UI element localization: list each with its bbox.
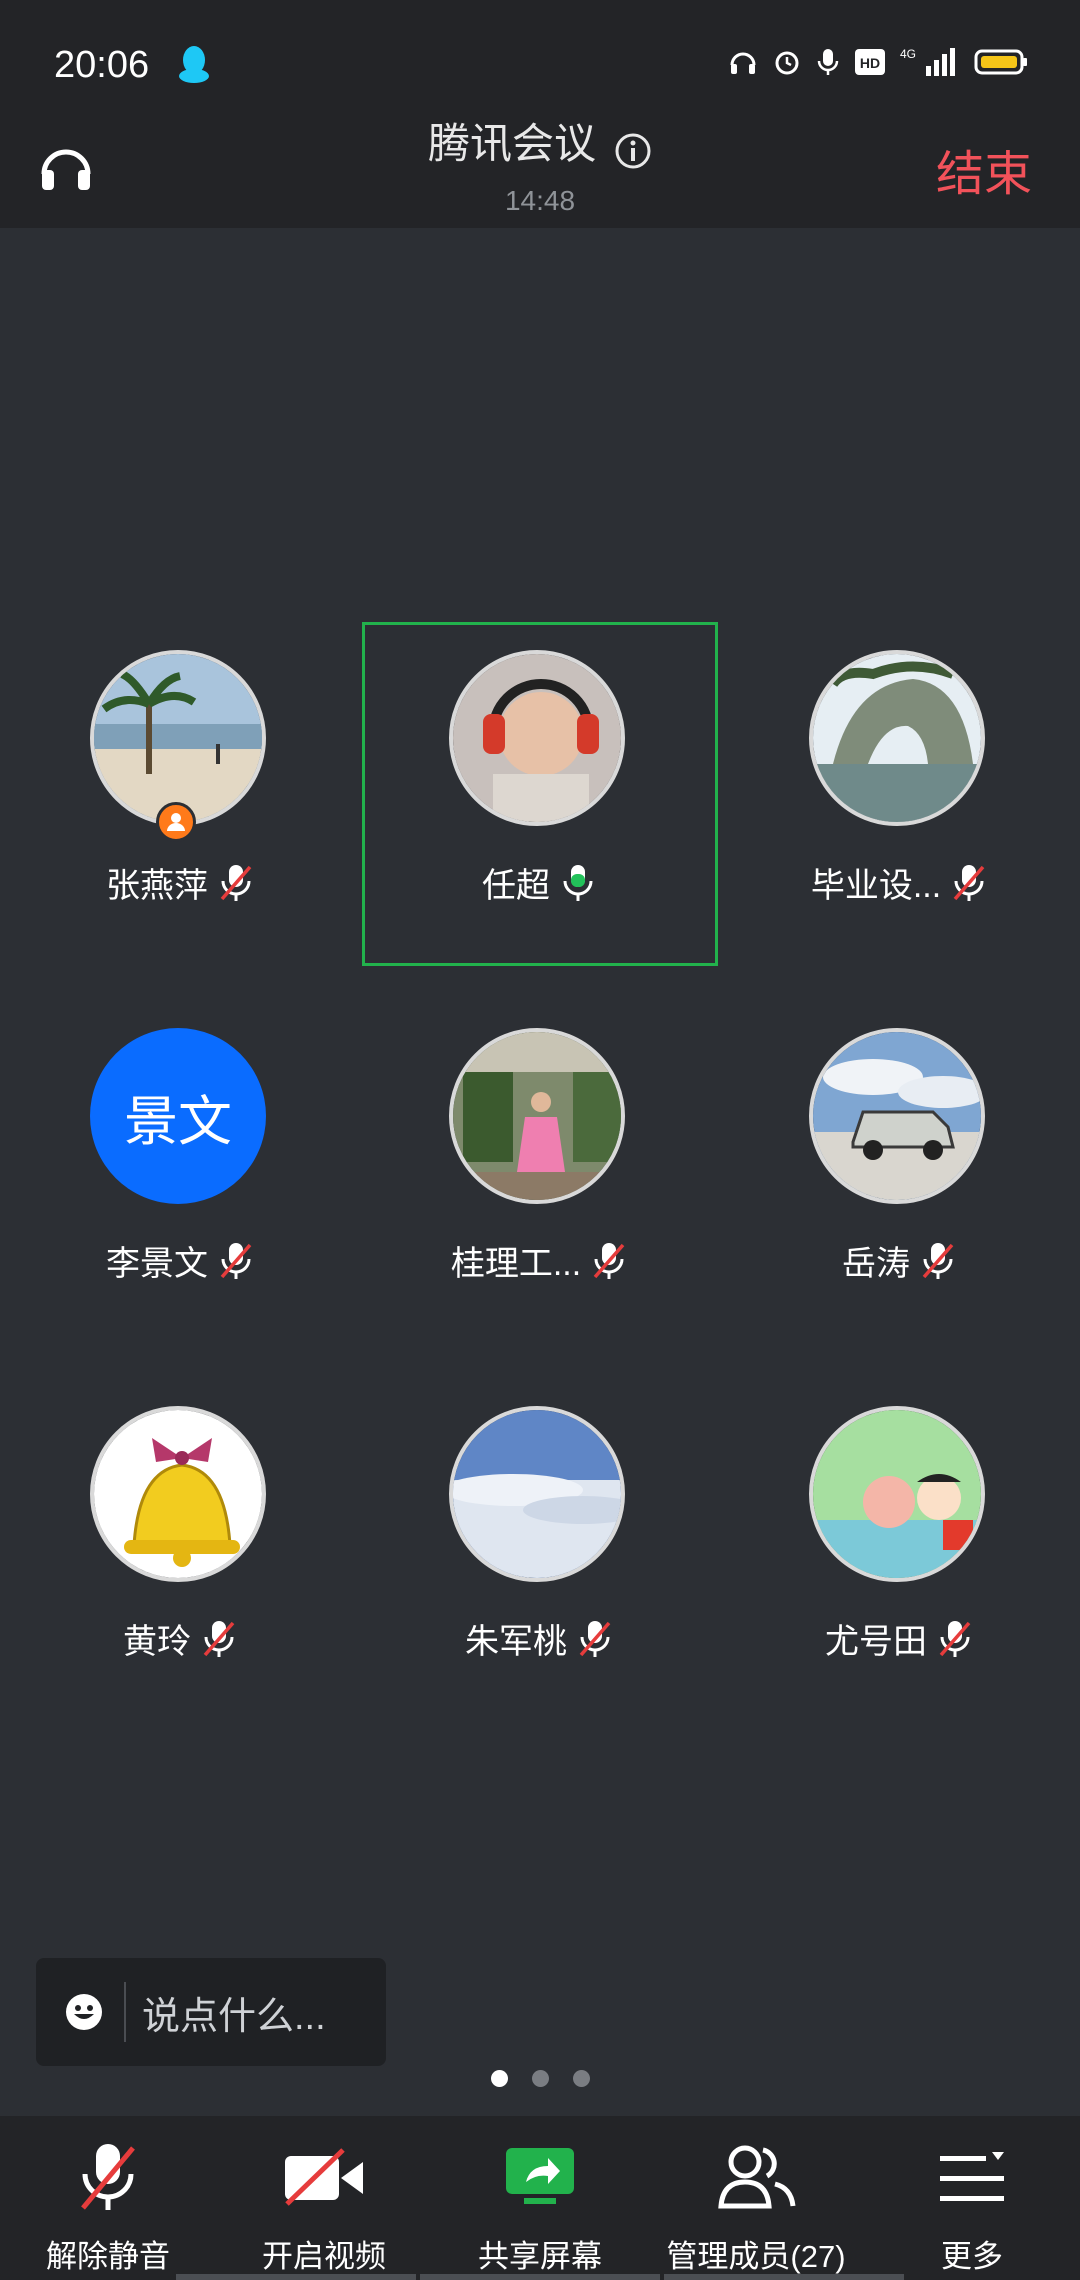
more-menu-icon	[940, 2152, 1004, 2201]
info-icon[interactable]	[614, 132, 652, 175]
qq-penguin-icon	[176, 44, 212, 89]
participant-name-row: 张燕萍	[3, 858, 359, 907]
meeting-title-block: 腾讯会议 14:48	[0, 110, 1080, 217]
mic-muted-icon	[939, 1620, 971, 1657]
avatar	[90, 1406, 266, 1582]
avatar	[90, 650, 266, 826]
bottom-toolbar: 解除静音 开启视频 共享屏幕 管理成员(27) 更多	[0, 2116, 1080, 2280]
participant-name-row: 任超	[362, 858, 718, 907]
more-button[interactable]: 更多	[864, 2140, 1080, 2276]
avatar-initials: 景文	[90, 1028, 266, 1204]
participant-name: 桂理工...	[450, 1245, 582, 1283]
end-meeting-button[interactable]: 结束	[936, 134, 1032, 204]
mic-status-icon	[817, 49, 839, 75]
mic-muted-icon	[203, 1620, 235, 1657]
page-indicator	[0, 2070, 1080, 2087]
mic-muted-icon	[220, 1242, 252, 1279]
participant-tile-active-speaker[interactable]: 任超	[362, 622, 718, 966]
meeting-header: 腾讯会议 14:48 结束	[0, 100, 1080, 228]
avatar	[449, 650, 625, 826]
video-off-icon	[285, 2148, 363, 2206]
alarm-status-icon	[775, 51, 799, 75]
mic-muted-icon	[579, 1620, 611, 1657]
participant-tile[interactable]: 张燕萍	[3, 622, 359, 966]
mic-speaking-icon	[563, 864, 593, 901]
meeting-title: 腾讯会议	[427, 120, 596, 167]
participant-tile[interactable]: 岳涛	[722, 1000, 1078, 1344]
svg-text:HD: HD	[860, 55, 880, 71]
avatar	[809, 1406, 985, 1582]
battery-icon	[974, 49, 1027, 75]
mic-off-icon	[81, 2144, 135, 2210]
status-time: 20:06	[54, 44, 150, 86]
manage-members-label: 管理成员(27)	[666, 2239, 846, 2274]
page-dot[interactable]	[531, 2070, 549, 2087]
more-label: 更多	[941, 2239, 1003, 2274]
participant-name: 毕业设...	[810, 867, 942, 905]
participant-tile[interactable]: 朱军桃	[362, 1378, 718, 1722]
status-icons: HD 4G	[728, 46, 1028, 78]
chat-input-box[interactable]: 说点什么...	[36, 1958, 386, 2066]
participant-name-row: 李景文	[3, 1236, 359, 1285]
hd-status-icon: HD	[855, 49, 885, 75]
chat-divider	[124, 1982, 126, 2042]
avatar	[809, 1028, 985, 1204]
mic-muted-icon	[593, 1242, 625, 1279]
mic-muted-icon	[953, 864, 985, 901]
signal-4g-icon: 4G	[900, 47, 955, 76]
avatar	[449, 1406, 625, 1582]
scroll-indicator	[0, 2272, 1080, 2280]
participant-name: 张燕萍	[106, 867, 208, 905]
participant-name-row: 岳涛	[722, 1236, 1078, 1285]
participant-name-row: 尤号田	[722, 1614, 1078, 1663]
emoji-icon	[66, 1994, 102, 2030]
participant-name: 尤号田	[825, 1623, 927, 1661]
svg-text:4G: 4G	[900, 47, 916, 61]
start-video-label: 开启视频	[262, 2239, 386, 2274]
host-badge-icon	[156, 802, 196, 842]
participant-name-row: 黄玲	[3, 1614, 359, 1663]
avatar	[449, 1028, 625, 1204]
participant-tile[interactable]: 尤号田	[722, 1378, 1078, 1722]
participant-tile[interactable]: 毕业设...	[722, 622, 1078, 966]
participant-name-row: 桂理工...	[362, 1236, 718, 1285]
participant-name: 朱军桃	[465, 1623, 567, 1661]
page-dot[interactable]	[572, 2070, 590, 2087]
participant-tile[interactable]: 景文 李景文	[3, 1000, 359, 1344]
mic-muted-icon	[220, 864, 252, 901]
participant-tile[interactable]: 桂理工...	[362, 1000, 718, 1344]
participant-name-row: 朱军桃	[362, 1614, 718, 1663]
headset-status-icon	[730, 52, 756, 74]
meeting-duration: 14:48	[504, 185, 576, 217]
participant-name-row: 毕业设...	[722, 858, 1078, 907]
avatar	[809, 650, 985, 826]
participant-name: 任超	[482, 867, 550, 905]
participant-name: 黄玲	[123, 1623, 191, 1661]
participant-name: 岳涛	[842, 1245, 910, 1283]
participant-name: 李景文	[106, 1245, 208, 1283]
share-screen-icon	[506, 2148, 574, 2204]
page-dot-active[interactable]	[490, 2070, 508, 2087]
manage-members-button[interactable]: 管理成员(27)	[648, 2140, 864, 2276]
mic-muted-icon	[922, 1242, 954, 1279]
unmute-button[interactable]: 解除静音	[0, 2140, 216, 2276]
share-screen-button[interactable]: 共享屏幕	[432, 2140, 648, 2276]
chat-placeholder: 说点什么...	[142, 1995, 326, 2038]
members-icon	[718, 2145, 796, 2209]
start-video-button[interactable]: 开启视频	[216, 2140, 432, 2276]
participant-tile[interactable]: 黄玲	[3, 1378, 359, 1722]
share-screen-label: 共享屏幕	[478, 2239, 602, 2274]
unmute-label: 解除静音	[46, 2239, 170, 2274]
